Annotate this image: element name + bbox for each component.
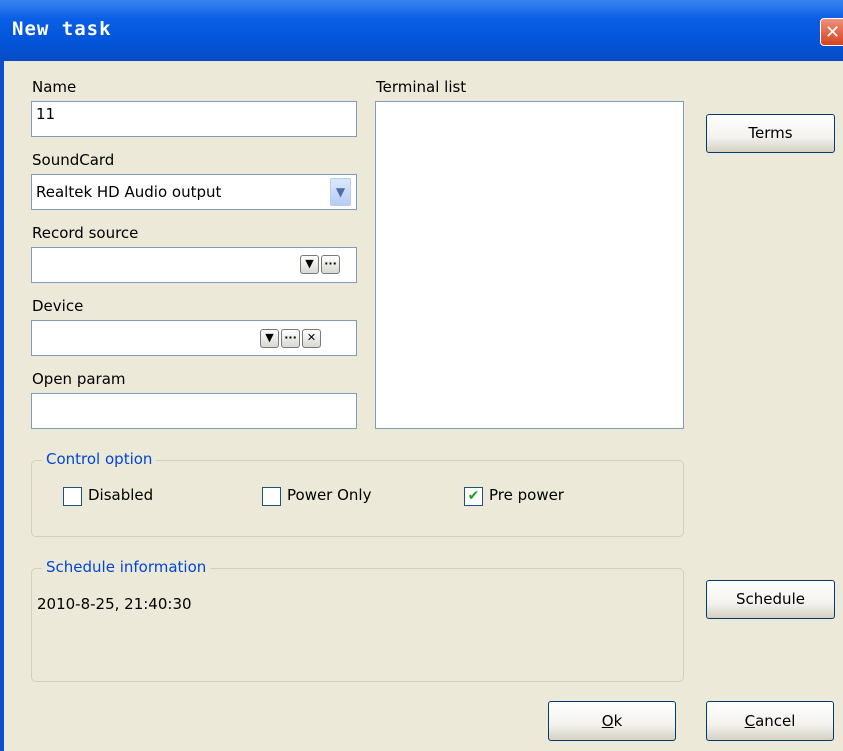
disabled-checkbox[interactable] (63, 487, 82, 506)
record-source-browse-button[interactable]: ··· (321, 255, 340, 274)
soundcard-select[interactable]: Realtek HD Audio output ▼ (31, 174, 357, 210)
record-source-dropdown-button[interactable]: ▼ (300, 255, 319, 274)
terminal-list[interactable] (375, 101, 684, 429)
clear-x-icon: ✕ (306, 331, 317, 344)
dropdown-arrow-icon: ▼ (265, 331, 274, 344)
terms-button-label: Terms (748, 124, 793, 142)
terms-button[interactable]: Terms (706, 114, 835, 153)
ok-mnemonic: O (601, 712, 614, 730)
pre-power-label[interactable]: Pre power (489, 486, 564, 504)
checkmark-icon: ✔ (467, 488, 480, 504)
soundcard-label: SoundCard (32, 151, 115, 169)
cancel-mnemonic: C (744, 712, 756, 730)
ellipsis-icon: ··· (284, 331, 297, 344)
ellipsis-icon: ··· (324, 257, 337, 270)
close-button[interactable]: ✕ (820, 18, 843, 46)
dropdown-arrow-icon: ▼ (305, 257, 314, 270)
window-frame-left (0, 61, 4, 751)
cancel-button[interactable]: Cancel (706, 701, 834, 741)
window-title: New task (12, 18, 112, 40)
schedule-datetime: 2010-8-25, 21:40:30 (37, 595, 192, 613)
name-input[interactable]: 11 (31, 101, 357, 137)
title-bar: New task ✕ (0, 0, 843, 61)
device-label: Device (32, 297, 84, 315)
name-label: Name (32, 78, 77, 96)
ok-button[interactable]: Ok (548, 701, 676, 741)
ok-label-rest: k (613, 712, 623, 730)
close-icon: ✕ (825, 22, 841, 43)
power-only-label[interactable]: Power Only (287, 486, 371, 504)
cancel-label-rest: ancel (755, 712, 796, 730)
schedule-button[interactable]: Schedule (706, 580, 835, 619)
soundcard-dropdown-button[interactable]: ▼ (330, 178, 351, 206)
open-param-input[interactable] (31, 393, 357, 429)
soundcard-selected-value: Realtek HD Audio output (36, 183, 222, 201)
terminal-list-label: Terminal list (376, 78, 467, 96)
disabled-label[interactable]: Disabled (88, 486, 153, 504)
chevron-down-icon: ▼ (335, 185, 346, 199)
control-option-title: Control option (42, 450, 157, 468)
pre-power-checkbox[interactable]: ✔ (464, 487, 483, 506)
schedule-information-group (31, 568, 684, 682)
power-only-checkbox[interactable] (262, 487, 281, 506)
device-browse-button[interactable]: ··· (281, 329, 300, 348)
schedule-information-title: Schedule information (42, 558, 211, 576)
record-source-label: Record source (32, 224, 139, 242)
open-param-label: Open param (32, 370, 126, 388)
device-dropdown-button[interactable]: ▼ (260, 329, 279, 348)
device-clear-button[interactable]: ✕ (302, 329, 321, 348)
schedule-button-label: Schedule (736, 590, 805, 608)
